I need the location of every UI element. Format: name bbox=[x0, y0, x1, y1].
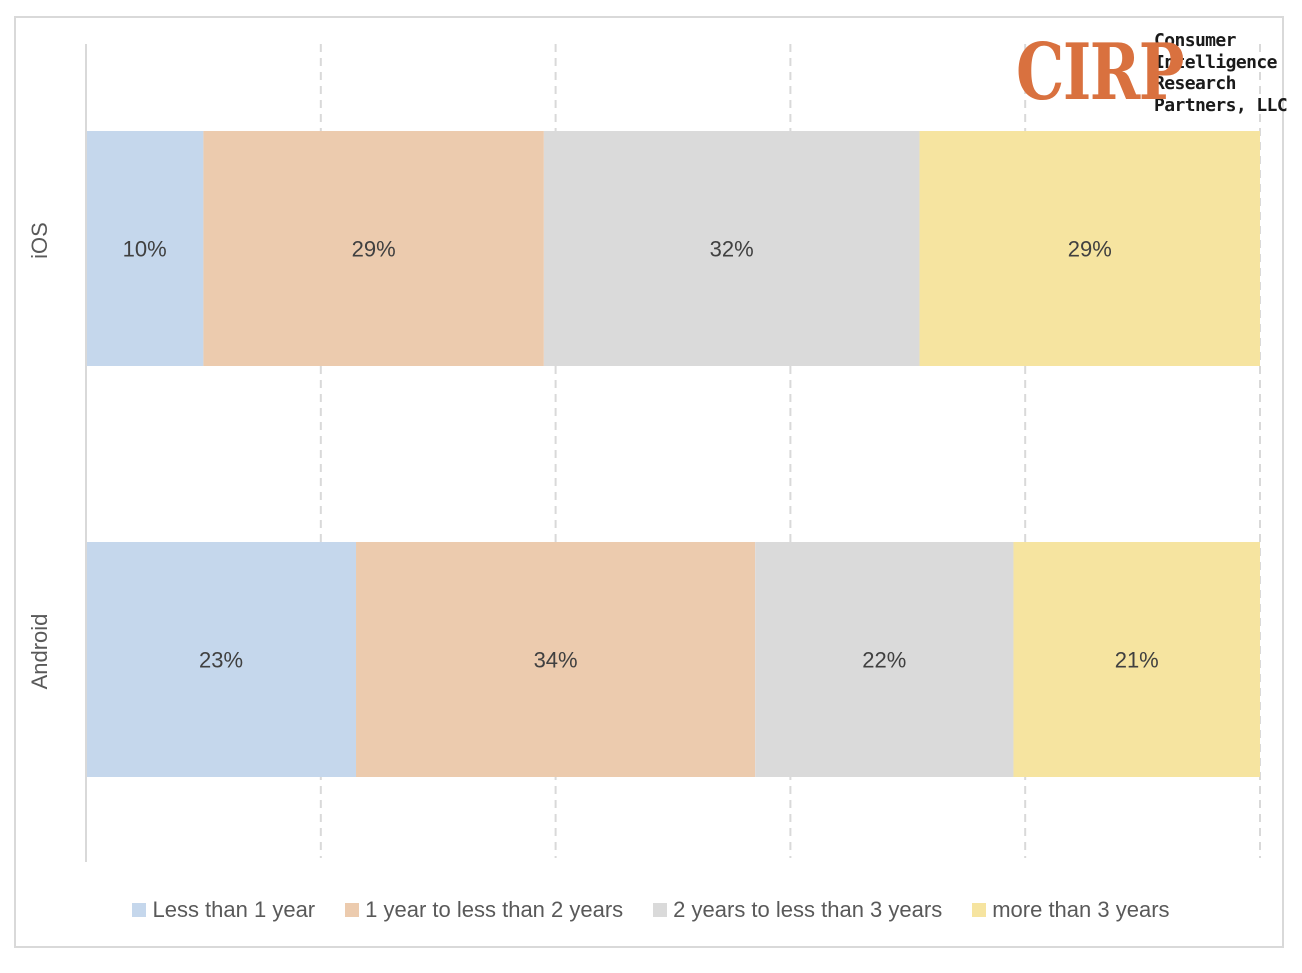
legend-label: more than 3 years bbox=[992, 897, 1170, 922]
legend-item: 2 years to less than 3 years bbox=[653, 897, 942, 923]
legend-label: 1 year to less than 2 years bbox=[365, 897, 624, 922]
legend-swatch bbox=[653, 903, 668, 917]
logo-mark: CIRP bbox=[1016, 27, 1185, 118]
data-label: 23% bbox=[199, 648, 243, 673]
data-label: 22% bbox=[862, 648, 906, 673]
stacked-bar-chart: 10% 29% 32% 29% 23% 34% 22% 21% iOS Android bbox=[27, 44, 1261, 862]
data-label: 21% bbox=[1115, 648, 1159, 673]
data-label: 29% bbox=[1068, 237, 1112, 262]
legend-item: more than 3 years bbox=[972, 897, 1170, 923]
legend-label: 2 years to less than 3 years bbox=[673, 897, 943, 922]
bars bbox=[86, 131, 1260, 777]
legend-item: Less than 1 year bbox=[132, 897, 315, 923]
legend-swatch bbox=[972, 903, 987, 917]
data-label: 32% bbox=[710, 237, 754, 262]
legend-label: Less than 1 year bbox=[152, 897, 316, 922]
category-label: Android bbox=[27, 614, 52, 690]
category-label: iOS bbox=[27, 222, 52, 259]
legend: Less than 1 year 1 year to less than 2 y… bbox=[0, 897, 1302, 923]
data-label: 10% bbox=[123, 237, 167, 262]
legend-item: 1 year to less than 2 years bbox=[345, 897, 623, 923]
legend-swatch bbox=[345, 903, 360, 917]
cirp-logo: CIRP Consumer Intelligence Research Part… bbox=[1016, 27, 1288, 118]
data-label: 29% bbox=[352, 237, 396, 262]
legend-swatch bbox=[132, 903, 147, 917]
data-label: 34% bbox=[534, 648, 578, 673]
category-labels: iOS Android bbox=[27, 222, 52, 689]
